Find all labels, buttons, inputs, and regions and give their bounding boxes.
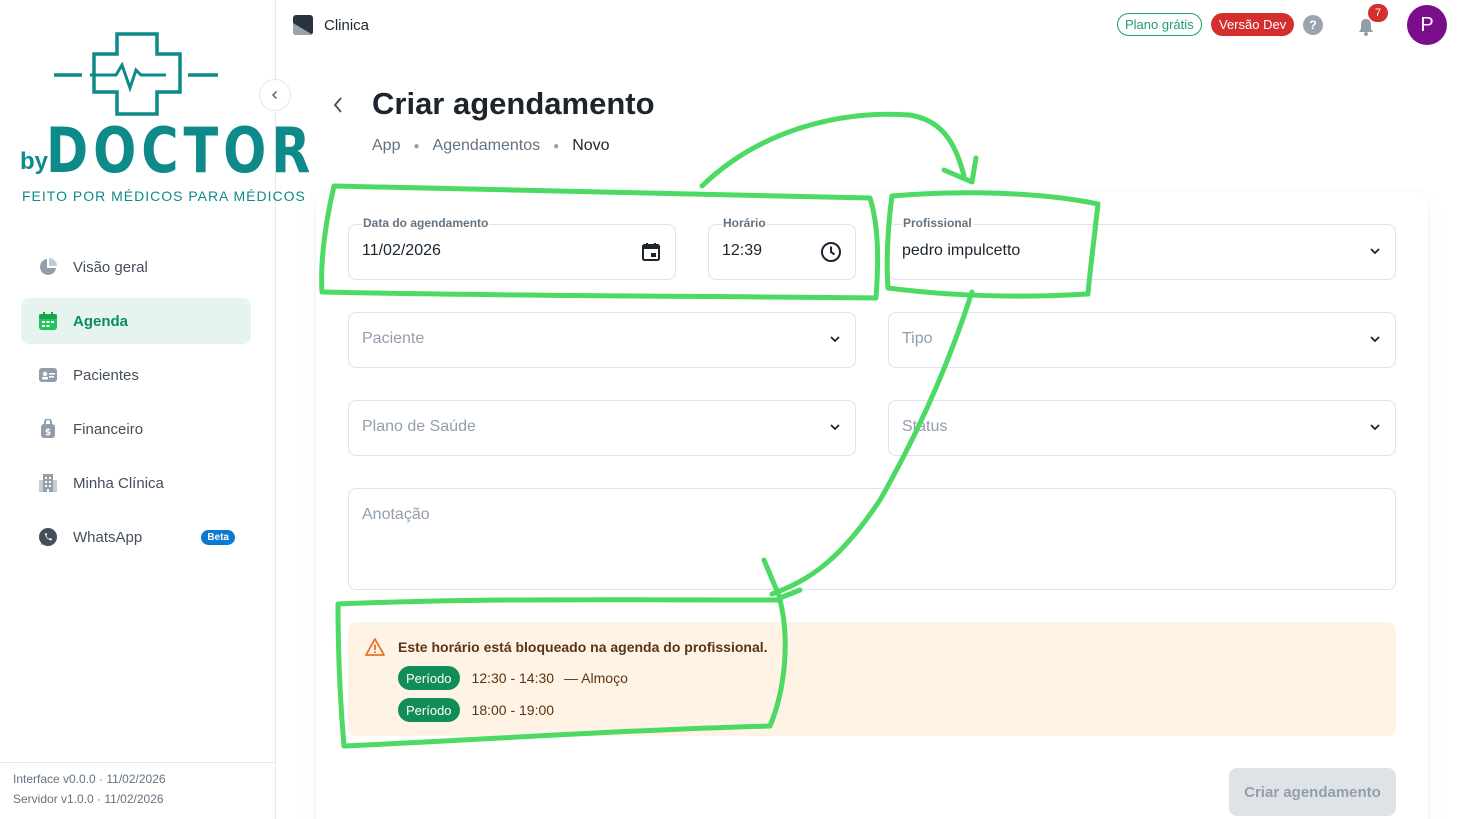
time-value: 12:39: [722, 242, 763, 259]
money-bag-icon: $: [37, 418, 59, 440]
clinic-name: Clinica: [324, 16, 370, 34]
type-select[interactable]: Tipo: [888, 312, 1396, 368]
breadcrumb-agendamentos[interactable]: Agendamentos: [433, 137, 541, 155]
breadcrumb: App ● Agendamentos ● Novo: [372, 137, 610, 155]
logo-by: by: [20, 148, 49, 175]
sidebar-item-whatsapp[interactable]: WhatsApp Beta: [21, 514, 251, 560]
version-info: Interface v0.0.0 · 11/02/2026 Servidor v…: [0, 762, 275, 815]
date-value: 11/02/2026: [362, 242, 441, 259]
building-icon: [37, 472, 59, 494]
collapse-sidebar-button[interactable]: [259, 79, 291, 111]
notification-count-badge: 7: [1368, 4, 1388, 22]
patient-select[interactable]: Paciente: [348, 312, 856, 368]
time-label: Horário: [722, 216, 767, 230]
topbar: Clinica Plano grátis Versão Dev ? 7 P: [276, 0, 1465, 50]
annotation-arrow-top: [699, 111, 967, 189]
chevron-down-icon: [1370, 424, 1380, 431]
blocked-period: Período 18:00 - 19:00: [398, 698, 554, 722]
sidebar-item-label: Financeiro: [73, 420, 144, 438]
breadcrumb-separator: ●: [553, 140, 560, 152]
type-placeholder: Tipo: [902, 330, 933, 347]
sidebar-nav: Visão geral Agenda Pacientes $ Financeir…: [21, 244, 251, 568]
logo-doctor: DOCTOR: [46, 114, 316, 187]
page-title: Criar agendamento: [372, 86, 655, 121]
sidebar-item-label: Pacientes: [73, 366, 139, 384]
sidebar-item-visao-geral[interactable]: Visão geral: [21, 244, 251, 290]
interface-version: Interface v0.0.0 · 11/02/2026: [13, 772, 166, 786]
breadcrumb-current: Novo: [572, 137, 610, 154]
bydoctor-logo[interactable]: by DOCTOR FEITO POR MÉDICOS PARA MÉDICOS: [20, 30, 310, 210]
health-plan-select[interactable]: Plano de Saúde: [348, 400, 856, 456]
avatar[interactable]: P: [1407, 5, 1447, 45]
professional-label: Profissional: [902, 216, 973, 230]
sidebar-item-minha-clinica[interactable]: Minha Clínica: [21, 460, 251, 506]
chevron-down-icon: [1370, 336, 1380, 343]
period-label: — Almoço: [564, 670, 628, 686]
sidebar-item-label: Visão geral: [73, 258, 148, 276]
period-range: 12:30 - 14:30: [471, 670, 555, 686]
help-icon[interactable]: ?: [1303, 15, 1323, 35]
server-version: Servidor v1.0.0 · 11/02/2026: [13, 792, 164, 806]
sidebar-item-label: Agenda: [73, 312, 129, 330]
notes-placeholder: Anotação: [362, 506, 430, 523]
svg-text:$: $: [45, 428, 51, 438]
sidebar-item-label: Minha Clínica: [73, 474, 164, 492]
status-select[interactable]: Status: [888, 400, 1396, 456]
whatsapp-icon: [37, 526, 59, 548]
notes-textarea[interactable]: Anotação: [348, 488, 1396, 590]
calendar-icon: [37, 310, 59, 332]
chevron-left-icon: [271, 90, 278, 100]
logo-tagline: FEITO POR MÉDICOS PARA MÉDICOS: [22, 188, 306, 204]
blocked-period: Período 12:30 - 14:30 — Almoço: [398, 666, 628, 690]
beta-badge: Beta: [201, 529, 235, 545]
period-range: 18:00 - 19:00: [471, 702, 555, 718]
alert-title: Este horário está bloqueado na agenda do…: [398, 639, 768, 655]
time-field[interactable]: Horário 12:39: [708, 216, 856, 280]
patient-placeholder: Paciente: [362, 330, 425, 347]
clinic-selector[interactable]: Clinica: [293, 15, 369, 35]
chevron-down-icon: [830, 424, 840, 431]
warning-icon: [365, 638, 385, 656]
chevron-down-icon: [830, 336, 840, 343]
sidebar-item-label: WhatsApp: [73, 528, 143, 546]
professional-value: pedro impulcetto: [902, 242, 1021, 259]
date-label: Data do agendamento: [362, 216, 490, 230]
create-appointment-button[interactable]: Criar agendamento: [1229, 768, 1396, 816]
chevron-left-icon: [333, 97, 342, 113]
period-chip: Período: [398, 698, 460, 722]
clock-icon[interactable]: [819, 240, 843, 264]
sidebar-item-agenda[interactable]: Agenda: [21, 298, 251, 344]
dev-version-badge: Versão Dev: [1211, 13, 1295, 36]
calendar-picker-icon[interactable]: [639, 240, 663, 264]
breadcrumb-app[interactable]: App: [372, 137, 400, 155]
chevron-down-icon: [1370, 248, 1380, 255]
sidebar: by DOCTOR FEITO POR MÉDICOS PARA MÉDICOS…: [0, 0, 310, 819]
health-plan-placeholder: Plano de Saúde: [362, 418, 476, 435]
status-placeholder: Status: [902, 418, 948, 435]
plan-badge[interactable]: Plano grátis: [1117, 13, 1202, 36]
period-chip: Período: [398, 666, 460, 690]
clinic-image-icon: [293, 15, 313, 35]
annotation-arrowhead-top: [941, 155, 979, 185]
sidebar-item-financeiro[interactable]: $ Financeiro: [21, 406, 251, 452]
date-field[interactable]: Data do agendamento 11/02/2026: [348, 216, 676, 280]
id-card-icon: [37, 364, 59, 386]
breadcrumb-separator: ●: [413, 140, 420, 152]
pie-chart-icon: [37, 256, 59, 278]
sidebar-item-pacientes[interactable]: Pacientes: [21, 352, 251, 398]
professional-select[interactable]: Profissional pedro impulcetto: [888, 216, 1396, 280]
blocked-time-alert: Este horário está bloqueado na agenda do…: [348, 622, 1396, 736]
back-button[interactable]: [328, 92, 348, 118]
